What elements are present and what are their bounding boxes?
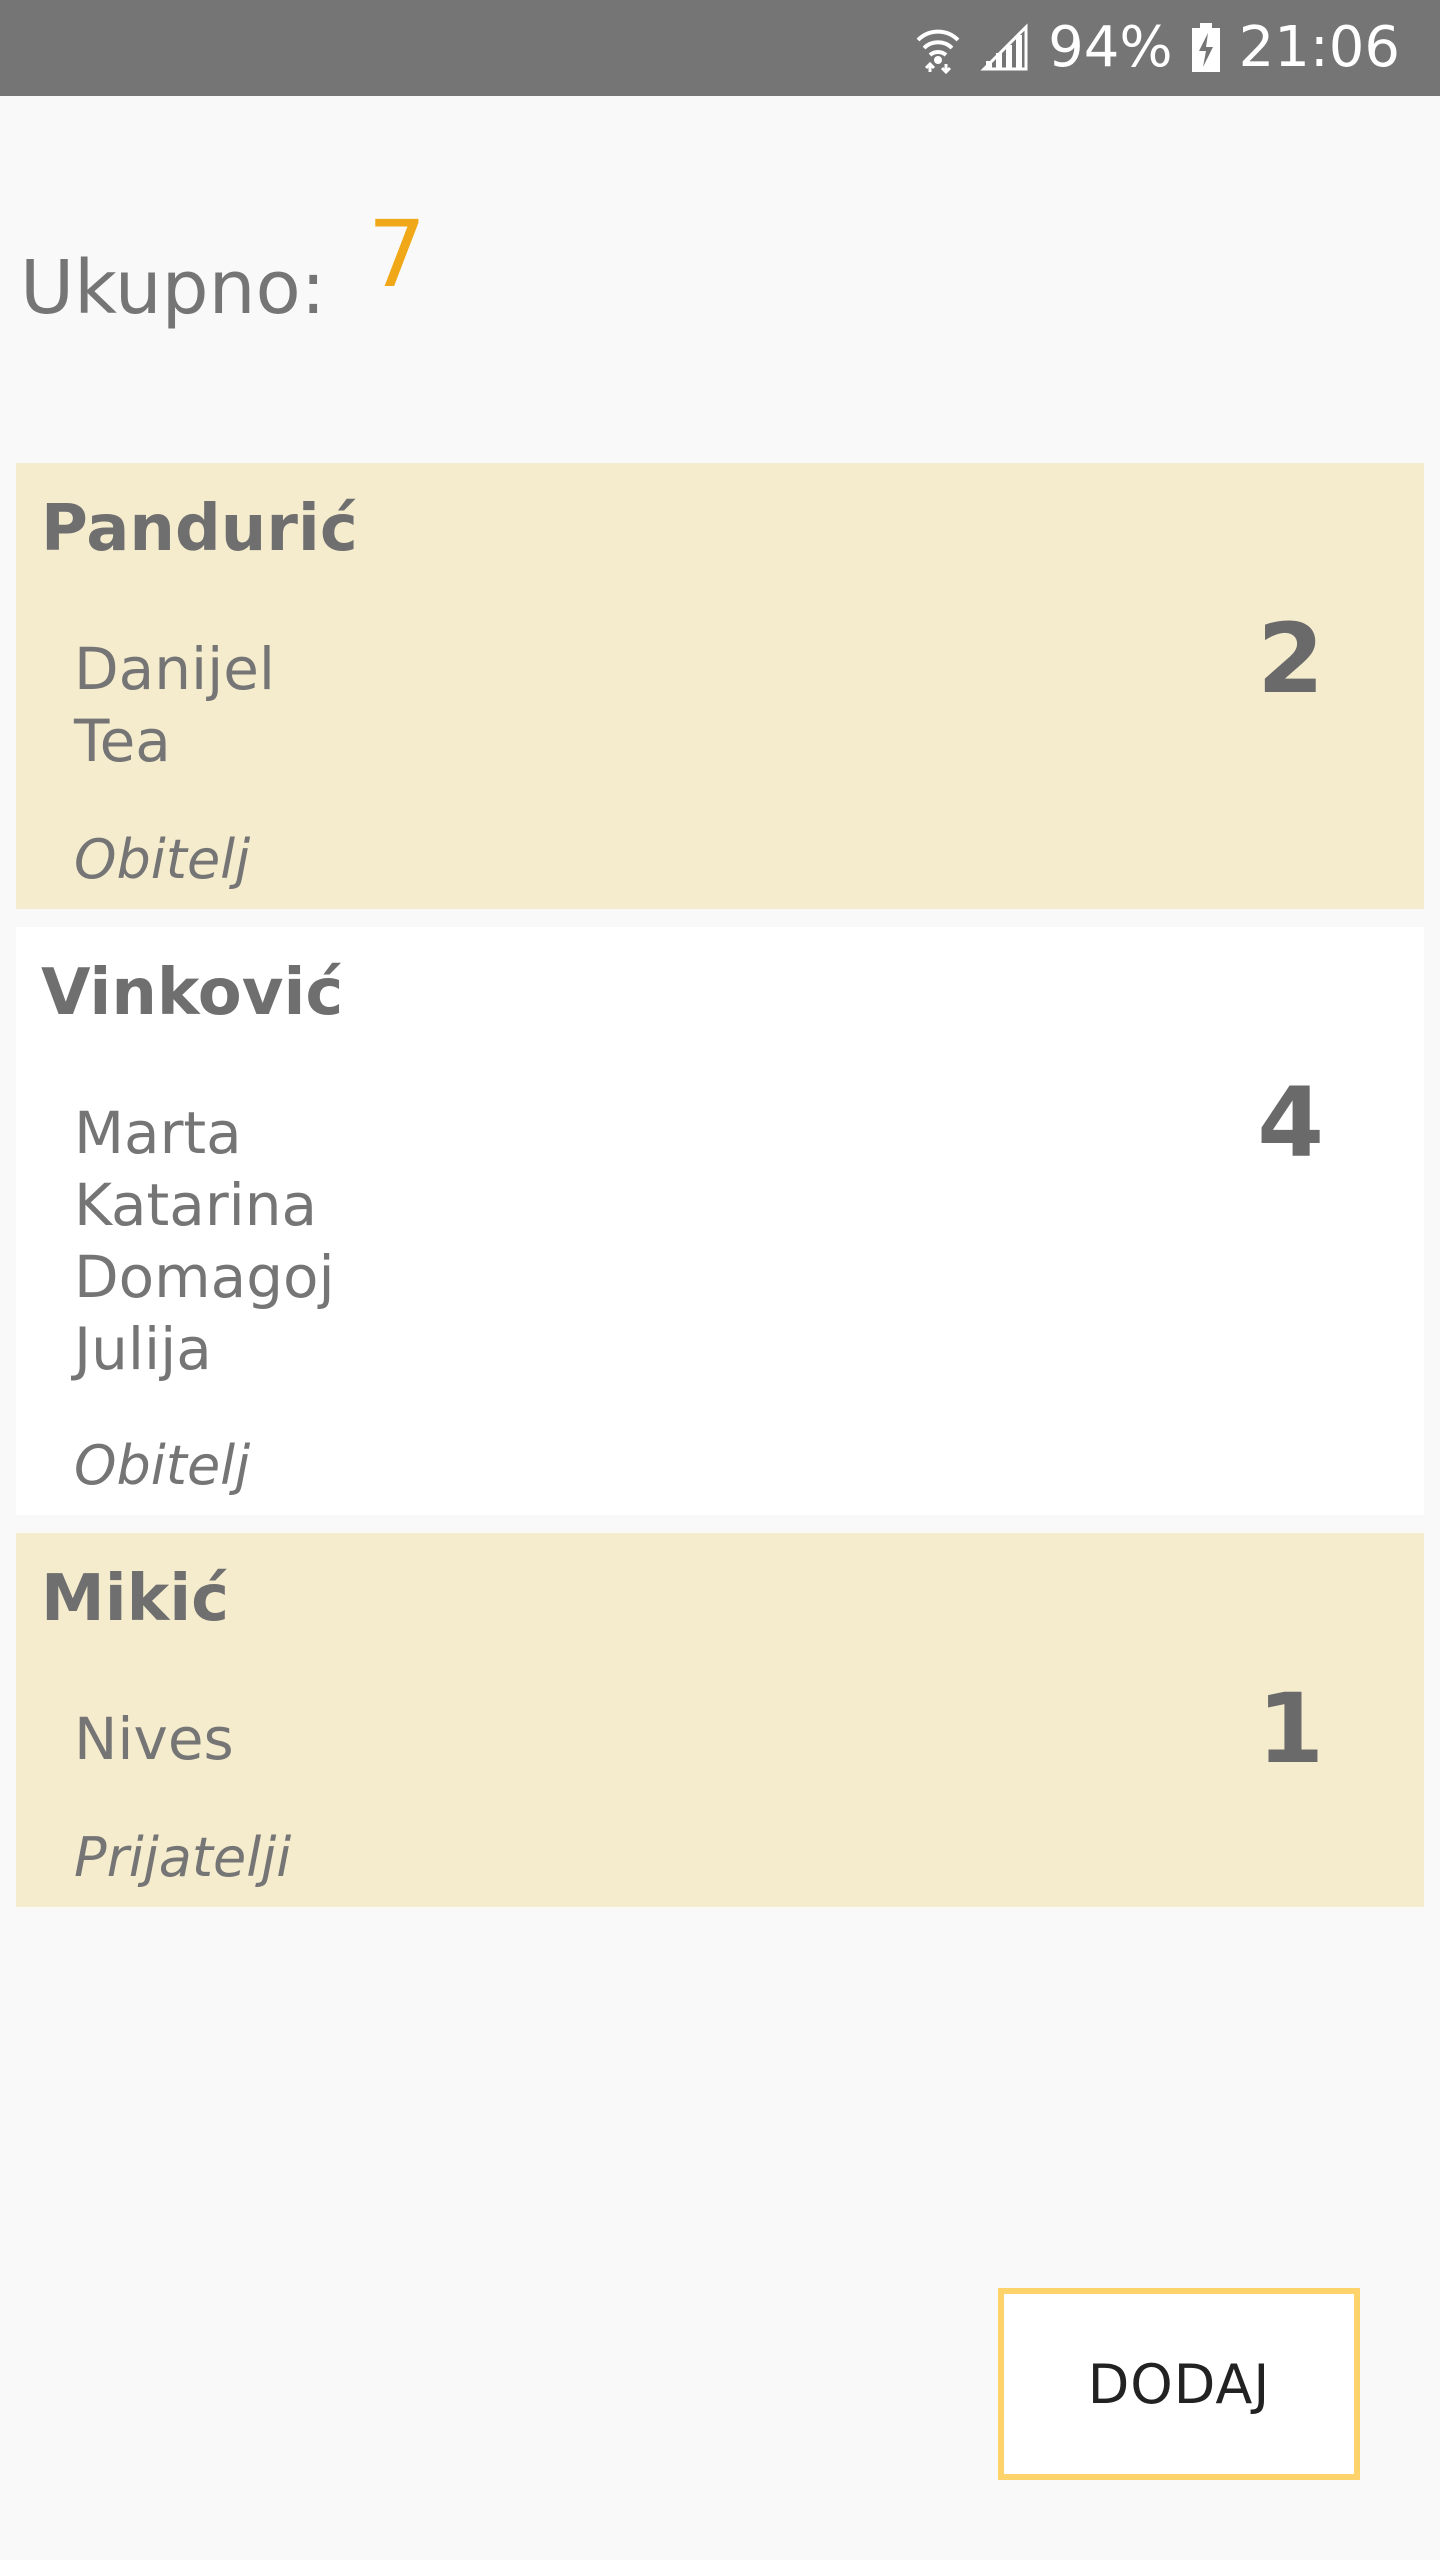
- member-name: Katarina: [74, 1171, 318, 1239]
- group-card[interactable]: Pandurić Danijel Tea 2 Obitelj: [16, 463, 1424, 909]
- status-bar: 94% 21:06: [0, 0, 1440, 96]
- signal-icon: [980, 23, 1030, 73]
- wifi-icon: [914, 22, 962, 74]
- member-name: Tea: [74, 707, 171, 775]
- group-count: 4: [1257, 1067, 1324, 1179]
- group-count: 1: [1257, 1673, 1324, 1785]
- member-list: Nives: [74, 1703, 234, 1775]
- member-name: Danijel: [74, 635, 275, 703]
- group-type: Prijatelji: [74, 1826, 292, 1889]
- clock: 21:06: [1238, 15, 1400, 80]
- member-name: Julija: [74, 1315, 212, 1383]
- member-list: Marta Katarina Domagoj Julija: [74, 1097, 335, 1385]
- battery-percent: 94%: [1048, 15, 1173, 80]
- total-value: 7: [367, 201, 427, 308]
- group-card[interactable]: Mikić Nives 1 Prijatelji: [16, 1533, 1424, 1907]
- group-card[interactable]: Vinković Marta Katarina Domagoj Julija 4…: [16, 927, 1424, 1515]
- group-count: 2: [1257, 603, 1324, 715]
- member-name: Domagoj: [74, 1243, 335, 1311]
- total-label: Ukupno:: [20, 245, 326, 331]
- battery-charging-icon: [1191, 23, 1221, 73]
- member-name: Marta: [74, 1099, 242, 1167]
- group-list: Pandurić Danijel Tea 2 Obitelj Vinković …: [16, 463, 1424, 1925]
- group-name: Pandurić: [41, 492, 358, 566]
- add-button[interactable]: DODAJ: [998, 2288, 1360, 2480]
- member-name: Nives: [74, 1705, 234, 1773]
- group-name: Mikić: [41, 1562, 230, 1636]
- member-list: Danijel Tea: [74, 633, 275, 777]
- total-summary: Ukupno: 7: [20, 209, 426, 331]
- group-type: Obitelj: [74, 1434, 251, 1497]
- group-name: Vinković: [41, 956, 344, 1030]
- group-type: Obitelj: [74, 828, 251, 891]
